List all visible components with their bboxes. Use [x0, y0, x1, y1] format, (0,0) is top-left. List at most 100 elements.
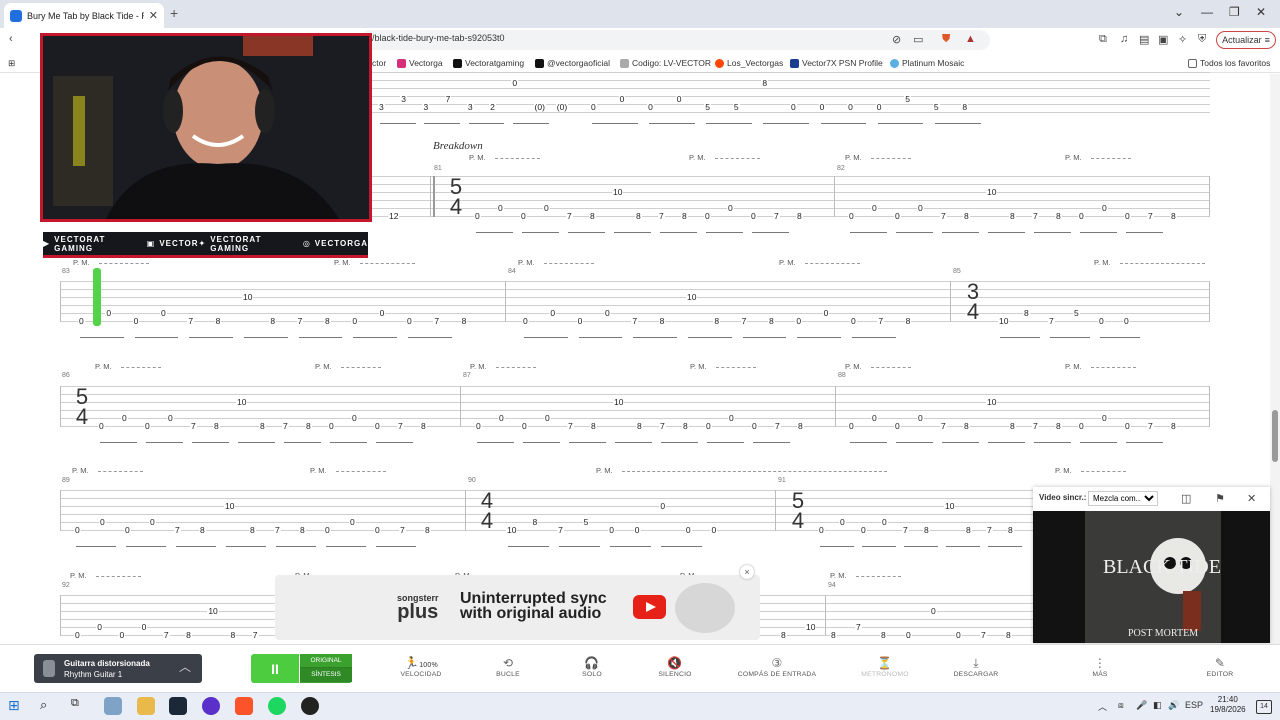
notification-badge[interactable]: 14 — [1256, 700, 1272, 714]
editor-button[interactable]: ✎ EDITOR — [1180, 656, 1260, 678]
wallet-icon[interactable]: ✧ — [1178, 33, 1187, 46]
network-icon[interactable]: ◧ — [1153, 700, 1162, 711]
chevron-up-icon: ︿ — [179, 660, 192, 674]
beam-line — [988, 546, 1022, 547]
rewards-icon[interactable]: ▲ — [965, 33, 976, 45]
bookmark-item[interactable]: Codigo: LV-VECTOR — [620, 58, 711, 68]
staff-line — [60, 386, 1210, 387]
tab-fret-number: 0 — [474, 211, 481, 221]
mute-button[interactable]: 🔇 SILENCIO — [635, 656, 715, 678]
obs-app-icon[interactable] — [202, 697, 220, 715]
browser-tab[interactable]: Bury Me Tab by Black Tide - Ri ✕ — [4, 3, 164, 28]
speed-control[interactable]: 🏃100% VELOCIDAD — [381, 656, 461, 678]
more-button[interactable]: ⋮ MÁS — [1060, 656, 1140, 678]
tab-fret-number: 0 — [710, 525, 718, 535]
new-tab-icon[interactable]: + — [170, 5, 178, 21]
metronome-label: METRÓNOMO — [861, 671, 909, 678]
bookmark-item[interactable]: Platinum Mosaic — [890, 58, 964, 68]
bookmark-item[interactable]: @vectorgaoficial — [535, 58, 610, 68]
tab-search-icon[interactable]: ⌄ — [1174, 5, 1184, 19]
brave-shield-icon[interactable]: ⛊ — [942, 33, 950, 46]
minimize-icon[interactable]: — — [1201, 5, 1213, 19]
taskbar-clock[interactable]: 21:40 19/8/2026 — [1210, 695, 1246, 715]
flag-icon[interactable]: ⚑ — [1215, 492, 1225, 505]
tray-mic-icon[interactable]: 🎤 — [1136, 700, 1147, 711]
tab-fret-number: 7 — [557, 525, 564, 535]
beam-line — [476, 232, 513, 233]
audio-mode-toggle[interactable]: ORIGINAL SÍNTESIS — [300, 654, 352, 683]
tab-fret-number: 10 — [224, 501, 236, 511]
mode-original[interactable]: ORIGINAL — [300, 654, 352, 668]
measure-number: 82 — [837, 165, 845, 172]
back-icon[interactable]: ‹ — [9, 33, 13, 45]
solo-button[interactable]: 🎧 SOLO — [552, 656, 632, 678]
loop-button[interactable]: ⟲ BUCLE — [468, 656, 548, 678]
beam-line — [904, 546, 938, 547]
tab-fret-number: 8 — [420, 421, 427, 431]
close-tab-icon[interactable]: ✕ — [149, 9, 158, 22]
palm-mute-label: P. M. — [779, 258, 796, 267]
cast-icon[interactable]: ▭ — [913, 33, 923, 46]
windows-start-icon[interactable]: ⊞ — [8, 697, 26, 715]
video-source-select[interactable]: Mezcla com... — [1088, 491, 1158, 506]
staff-line — [60, 305, 1210, 306]
tab-fret-number: 8 — [635, 211, 642, 221]
audio-sync-icon[interactable]: ◫ — [1181, 492, 1191, 505]
spotify-app-icon[interactable] — [268, 697, 286, 715]
track-name: Guitarra distorsionada — [64, 659, 150, 668]
reading-list-icon[interactable]: ▤ — [1139, 33, 1149, 46]
measure-number: 86 — [62, 372, 70, 379]
download-button[interactable]: ⤓ DESCARGAR — [936, 656, 1016, 678]
tab-fret-number: 7 — [1032, 421, 1039, 431]
bookmark-item[interactable]: Vectorga — [397, 58, 443, 68]
bookmark-item[interactable]: ctor — [372, 58, 386, 68]
social-youtube: ▶ VECTORAT GAMING — [43, 234, 106, 253]
language-indicator[interactable]: ESP — [1185, 700, 1203, 710]
loop-icon: ⟲ — [502, 656, 514, 670]
beam-line — [649, 123, 695, 124]
album-cover-video[interactable]: BLACK TIDE POST MORTEM — [1033, 511, 1270, 643]
tray-chevron-icon[interactable]: ︿ — [1098, 700, 1107, 713]
close-window-icon[interactable]: ✕ — [1256, 5, 1266, 19]
staff-line — [60, 506, 1035, 507]
mode-synth[interactable]: SÍNTESIS — [300, 668, 352, 682]
sidebar-icon[interactable]: ▣ — [1158, 33, 1168, 46]
close-video-icon[interactable]: ✕ — [1247, 492, 1256, 505]
file-explorer-app-icon[interactable] — [104, 697, 122, 715]
media-icon[interactable]: ♫ — [1120, 33, 1128, 45]
songsterr-plus-ad[interactable]: songsterr plus Uninterrupted sync with o… — [275, 575, 760, 640]
scrollbar-thumb[interactable] — [1272, 410, 1278, 462]
bookmark-item[interactable]: Vectoratgaming — [453, 58, 524, 68]
brave-app-icon[interactable] — [235, 697, 253, 715]
pause-button[interactable]: II — [251, 654, 299, 683]
tray-app-icon[interactable]: ⧈ — [1118, 700, 1124, 711]
scrollbar[interactable] — [1270, 74, 1280, 644]
bookmark-item[interactable]: Vector7X PSN Profile — [790, 58, 883, 68]
tracking-off-icon[interactable]: ⊘ — [892, 33, 901, 46]
bookmark-item[interactable]: Los_Vectorgas — [715, 58, 783, 68]
track-selector[interactable]: Guitarra distorsionada Rhythm Guitar 1 ︿ — [34, 654, 202, 683]
steam-app-icon[interactable] — [169, 697, 187, 715]
pencil-icon: ✎ — [1214, 656, 1226, 670]
tab-fret-number: 0 — [351, 316, 359, 326]
count-in-button[interactable]: ③ COMPÁS DE ENTRADA — [737, 656, 817, 678]
tab-fret-number: 8 — [1005, 630, 1012, 640]
playback-cursor[interactable] — [93, 268, 101, 326]
apps-icon[interactable]: ⊞ — [8, 58, 15, 69]
metronome-button[interactable]: ⏳ METRÓNOMO — [845, 656, 925, 678]
folder-app-icon[interactable] — [137, 697, 155, 715]
ad-close-button[interactable]: × — [740, 565, 754, 579]
tab-fret-number: 10 — [686, 292, 698, 302]
tab-fret-number: 8 — [1009, 211, 1016, 221]
tab-fret-number: (0) — [533, 102, 546, 112]
search-icon[interactable]: ⌕ — [40, 697, 58, 715]
extensions-icon[interactable]: ⧉ — [1099, 33, 1107, 46]
vpn-icon[interactable]: ⛨ — [1198, 33, 1206, 46]
media-app-icon[interactable] — [301, 697, 319, 715]
volume-icon[interactable]: 🔊 — [1168, 700, 1179, 711]
task-view-icon[interactable]: ⧉ — [71, 697, 89, 715]
palm-mute-extension — [360, 263, 415, 264]
all-favorites-folder[interactable]: Todos los favoritos — [1188, 58, 1270, 68]
maximize-icon[interactable]: ❐ — [1229, 5, 1240, 19]
update-button[interactable]: Actualizar ≡ — [1216, 31, 1276, 49]
